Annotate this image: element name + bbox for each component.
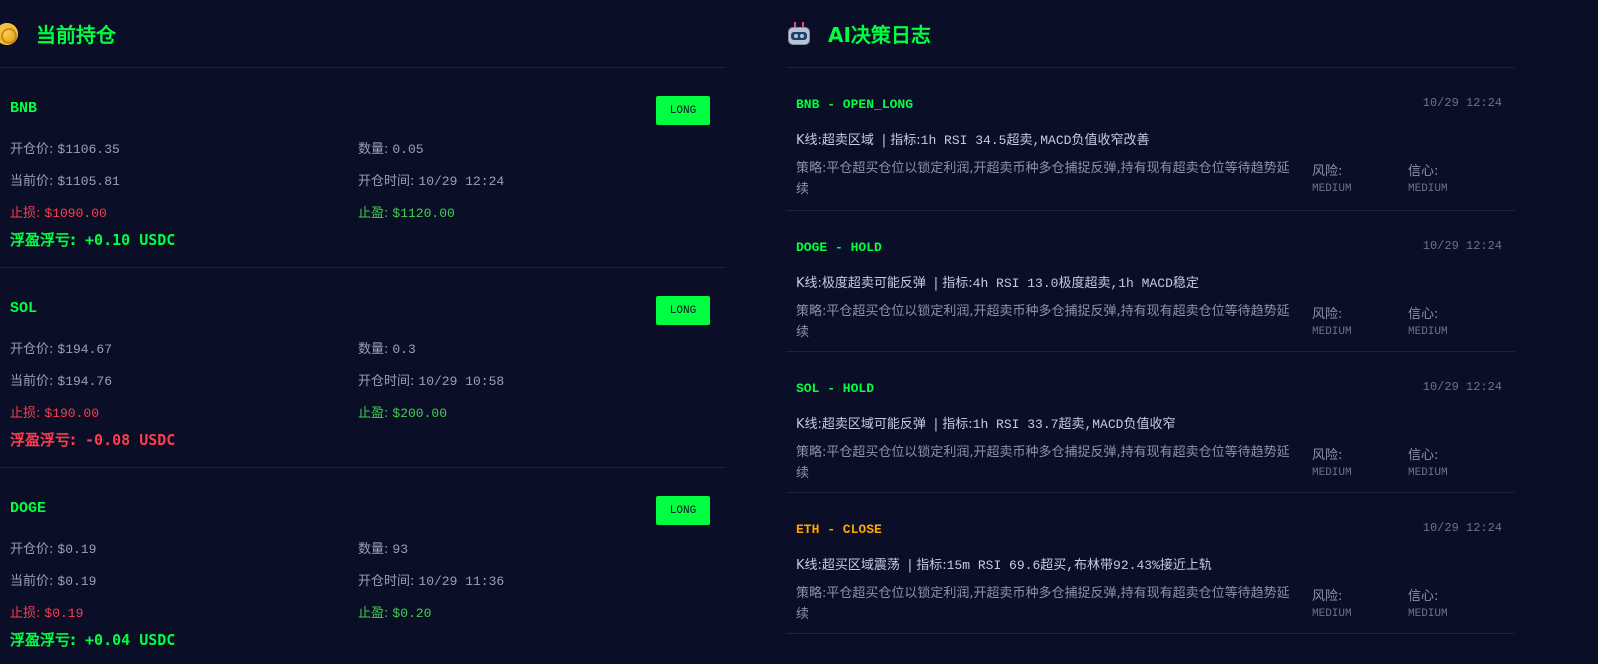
decision-strategy: 策略:平仓超买仓位以锁定利润,开超卖币种多仓捕捉反弹,持有现有超卖仓位等待趋势延… <box>796 304 1290 340</box>
decision-entry[interactable]: DOGE - HOLD 10/29 12:24 K线:极度超卖可能反弹 | 指标… <box>786 211 1515 352</box>
side-badge: LONG <box>656 96 710 125</box>
decision-title: BNB - OPEN_LONG <box>796 97 914 112</box>
take-profit: 止盈: $0.20 <box>358 606 432 621</box>
unrealized-pnl: 浮盈浮亏: -0.08 USDC <box>10 431 176 449</box>
take-profit: 止盈: $1120.00 <box>358 206 455 221</box>
decision-kline: K线:超买区域震荡 | 指标:15m RSI 69.6超买,布林带92.43%接… <box>796 558 1212 573</box>
decision-confidence: 信心: MEDIUM <box>1408 307 1448 338</box>
open-time: 开仓时间: 10/29 10:58 <box>358 374 505 389</box>
positions-title: 当前持仓 <box>36 23 116 47</box>
decision-title: DOGE - HOLD <box>796 240 882 255</box>
decision-title: ETH - CLOSE <box>796 522 882 537</box>
entry-price: 开仓价: $1106.35 <box>10 142 120 157</box>
side-badge: LONG <box>656 296 710 325</box>
decision-kline: K线:极度超卖可能反弹 | 指标:4h RSI 13.0极度超卖,1h MACD… <box>796 276 1199 291</box>
side-badge: LONG <box>656 496 710 525</box>
current-price: 当前价: $1105.81 <box>10 174 120 189</box>
decision-strategy: 策略:平仓超买仓位以锁定利润,开超卖币种多仓捕捉反弹,持有现有超卖仓位等待趋势延… <box>796 445 1290 481</box>
decision-risk: 风险: MEDIUM <box>1312 164 1352 195</box>
entry-price: 开仓价: $194.67 <box>10 342 112 357</box>
position-symbol: DOGE <box>10 500 47 517</box>
positions-panel: 当前持仓 BNB LONG 开仓价: $1106.35 数量: 0.05 当前价: $… <box>0 0 726 664</box>
robot-icon <box>788 21 810 45</box>
coin-icon <box>0 22 18 45</box>
open-time: 开仓时间: 10/29 12:24 <box>358 174 505 189</box>
entry-price: 开仓价: $0.19 <box>10 542 97 557</box>
open-time: 开仓时间: 10/29 11:36 <box>358 574 505 589</box>
decision-entry[interactable]: ETH - CLOSE 10/29 12:24 K线:超买区域震荡 | 指标:1… <box>786 493 1515 634</box>
stop-loss: 止损: $1090.00 <box>10 206 107 221</box>
decision-risk: 风险: MEDIUM <box>1312 589 1352 620</box>
decision-strategy: 策略:平仓超买仓位以锁定利润,开超卖币种多仓捕捉反弹,持有现有超卖仓位等待趋势延… <box>796 161 1290 197</box>
decision-title: SOL - HOLD <box>796 381 875 396</box>
position-card[interactable]: BNB LONG 开仓价: $1106.35 数量: 0.05 当前价: $1105.… <box>0 68 726 268</box>
decision-time: 10/29 12:24 <box>1422 380 1502 394</box>
decision-confidence: 信心: MEDIUM <box>1408 448 1448 479</box>
positions-list: BNB LONG 开仓价: $1106.35 数量: 0.05 当前价: $1105.… <box>0 68 726 664</box>
decisions-panel: AI决策日志 BNB - OPEN_LONG 10/29 12:24 K线:超卖… <box>786 0 1515 634</box>
position-symbol: SOL <box>10 300 38 317</box>
decision-confidence: 信心: MEDIUM <box>1408 589 1448 620</box>
position-card[interactable]: SOL LONG 开仓价: $194.67 数量: 0.3 当前价: $194.76 … <box>0 268 726 468</box>
current-price: 当前价: $0.19 <box>10 574 97 589</box>
take-profit: 止盈: $200.00 <box>358 406 447 421</box>
decision-time: 10/29 12:24 <box>1422 239 1502 253</box>
decision-confidence: 信心: MEDIUM <box>1408 164 1448 195</box>
decision-risk: 风险: MEDIUM <box>1312 448 1352 479</box>
decision-entry[interactable]: BNB - OPEN_LONG 10/29 12:24 K线:超卖区域 | 指标… <box>786 68 1515 211</box>
quantity: 数量: 0.3 <box>358 342 416 357</box>
position-symbol: BNB <box>10 100 38 117</box>
decisions-title: AI决策日志 <box>828 23 931 47</box>
position-card[interactable]: DOGE LONG 开仓价: $0.19 数量: 93 当前价: $0.19 开仓时间… <box>0 468 726 664</box>
decision-strategy: 策略:平仓超买仓位以锁定利润,开超卖币种多仓捕捉反弹,持有现有超卖仓位等待趋势延… <box>796 586 1290 622</box>
decisions-header: AI决策日志 <box>786 0 1515 68</box>
unrealized-pnl: 浮盈浮亏: +0.10 USDC <box>10 231 176 249</box>
current-price: 当前价: $194.76 <box>10 374 112 389</box>
decision-kline: K线:超卖区域 | 指标:1h RSI 34.5超卖,MACD负值收窄改善 <box>796 133 1150 148</box>
unrealized-pnl: 浮盈浮亏: +0.04 USDC <box>10 631 176 649</box>
stop-loss: 止损: $190.00 <box>10 406 99 421</box>
decision-kline: K线:超卖区域可能反弹 | 指标:1h RSI 33.7超卖,MACD负值收窄 <box>796 417 1176 432</box>
stop-loss: 止损: $0.19 <box>10 606 84 621</box>
decisions-list: BNB - OPEN_LONG 10/29 12:24 K线:超卖区域 | 指标… <box>786 68 1515 634</box>
decision-time: 10/29 12:24 <box>1422 96 1502 110</box>
decision-time: 10/29 12:24 <box>1422 521 1502 535</box>
positions-header: 当前持仓 <box>0 0 726 68</box>
decision-risk: 风险: MEDIUM <box>1312 307 1352 338</box>
decision-entry[interactable]: SOL - HOLD 10/29 12:24 K线:超卖区域可能反弹 | 指标:… <box>786 352 1515 493</box>
quantity: 数量: 93 <box>358 542 408 557</box>
quantity: 数量: 0.05 <box>358 142 424 157</box>
